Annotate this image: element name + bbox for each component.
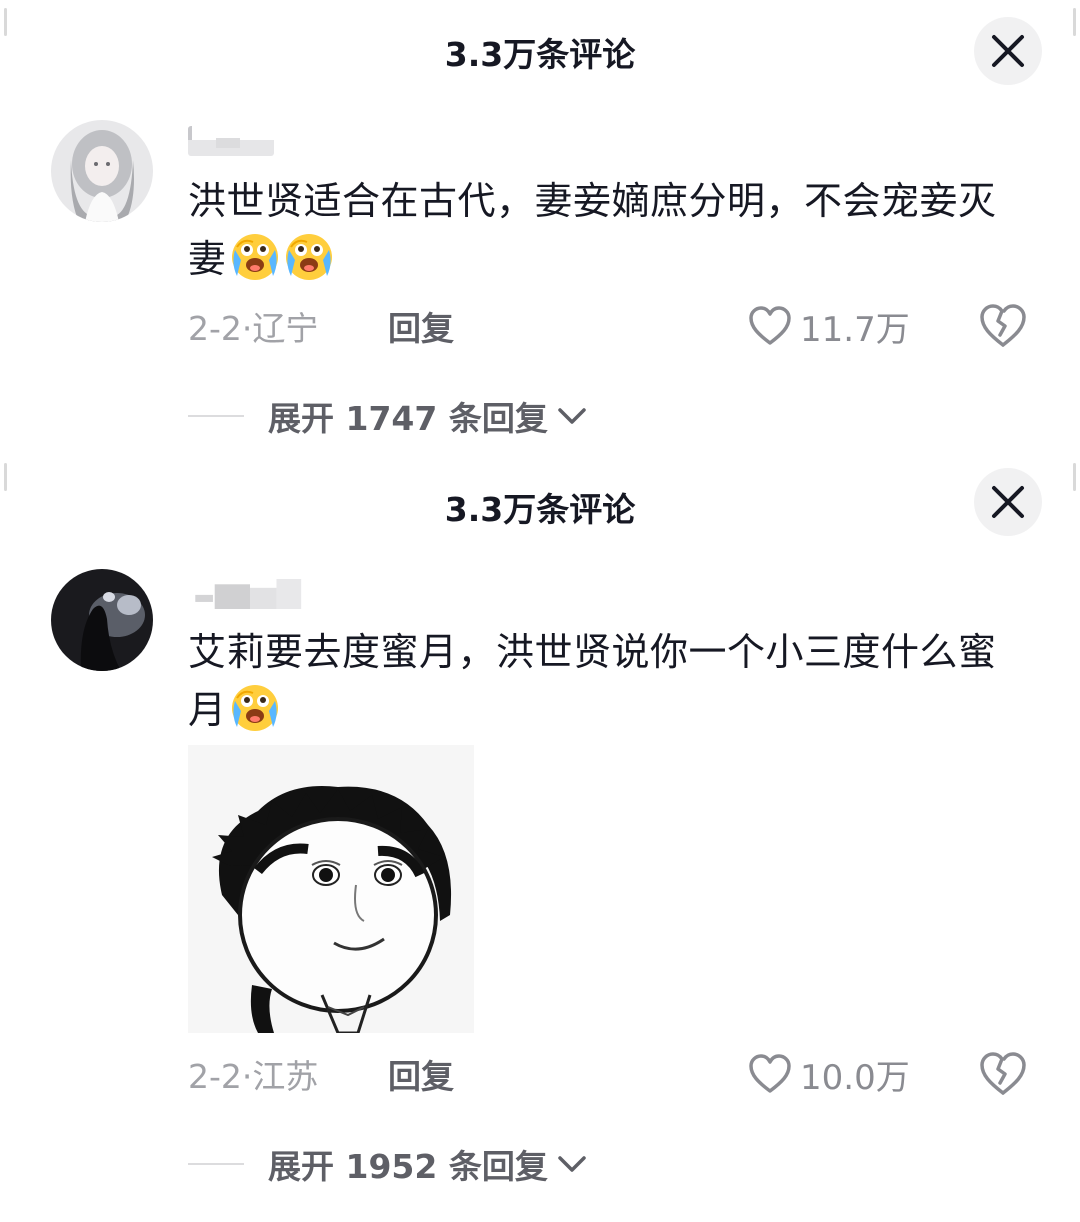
username-blurred[interactable] xyxy=(188,126,274,156)
comment-date-location: 2-2·江苏 xyxy=(188,1057,319,1096)
comments-panel-2: 3.3万条评论 艾莉要去度蜜月，洪世贤说你一个小三度什么蜜月 2-2·江苏 回复… xyxy=(0,455,1080,1222)
expand-replies-button[interactable]: 展开 1952 条回复 xyxy=(188,1139,588,1189)
close-button[interactable] xyxy=(974,468,1042,536)
comment-text: 洪世贤适合在古代，妻妾嫡庶分明，不会宠妾灭妻 xyxy=(188,172,1018,288)
avatar-image xyxy=(51,569,153,671)
reply-button[interactable]: 回复 xyxy=(388,302,454,350)
close-icon xyxy=(992,35,1024,67)
comment-body: 艾莉要去度蜜月，洪世贤说你一个小三度什么蜜月 xyxy=(188,630,997,732)
comments-count-title: 3.3万条评论 xyxy=(444,35,636,74)
avatar-image xyxy=(51,120,153,222)
chevron-down-icon xyxy=(558,408,586,424)
avatar[interactable] xyxy=(51,569,153,671)
comment-meta-row: 2-2·辽宁 回复 11.7万 xyxy=(188,301,1080,351)
expand-replies-button[interactable]: 展开 1747 条回复 xyxy=(188,391,588,441)
crying-laughing-emoji-icon xyxy=(229,681,281,733)
crying-laughing-emoji-icon xyxy=(283,230,335,282)
meme-face-image xyxy=(188,745,474,1033)
meme-image[interactable] xyxy=(188,745,474,1033)
divider-line xyxy=(188,415,244,417)
username-blurred[interactable] xyxy=(188,579,312,609)
close-button[interactable] xyxy=(974,17,1042,85)
avatar[interactable] xyxy=(51,120,153,222)
like-button[interactable]: 11.7万 xyxy=(748,301,910,351)
comment-text: 艾莉要去度蜜月，洪世贤说你一个小三度什么蜜月 xyxy=(188,623,1018,739)
expand-replies-label: 展开 1747 条回复 xyxy=(268,399,548,438)
like-button[interactable]: 10.0万 xyxy=(748,1049,910,1099)
comment-date-location: 2-2·辽宁 xyxy=(188,309,319,348)
like-count: 10.0万 xyxy=(800,1057,910,1098)
chevron-down-icon xyxy=(558,1156,586,1172)
like-count: 11.7万 xyxy=(800,309,910,350)
heart-outline-icon xyxy=(749,306,791,345)
heart-outline-icon xyxy=(749,1054,791,1093)
broken-heart-icon[interactable] xyxy=(978,1051,1028,1097)
comments-count-title: 3.3万条评论 xyxy=(444,490,636,529)
comment-meta-row: 2-2·江苏 回复 10.0万 xyxy=(188,1049,1080,1099)
comments-panel-1: 3.3万条评论 洪世贤适合在古代，妻妾嫡庶分明，不会宠妾灭妻 2-2·辽宁 回复 xyxy=(0,0,1080,455)
expand-replies-label: 展开 1952 条回复 xyxy=(268,1147,548,1186)
broken-heart-icon[interactable] xyxy=(978,303,1028,349)
divider-line xyxy=(188,1163,244,1165)
crying-laughing-emoji-icon xyxy=(229,230,281,282)
close-icon xyxy=(992,486,1024,518)
reply-button[interactable]: 回复 xyxy=(388,1050,454,1098)
